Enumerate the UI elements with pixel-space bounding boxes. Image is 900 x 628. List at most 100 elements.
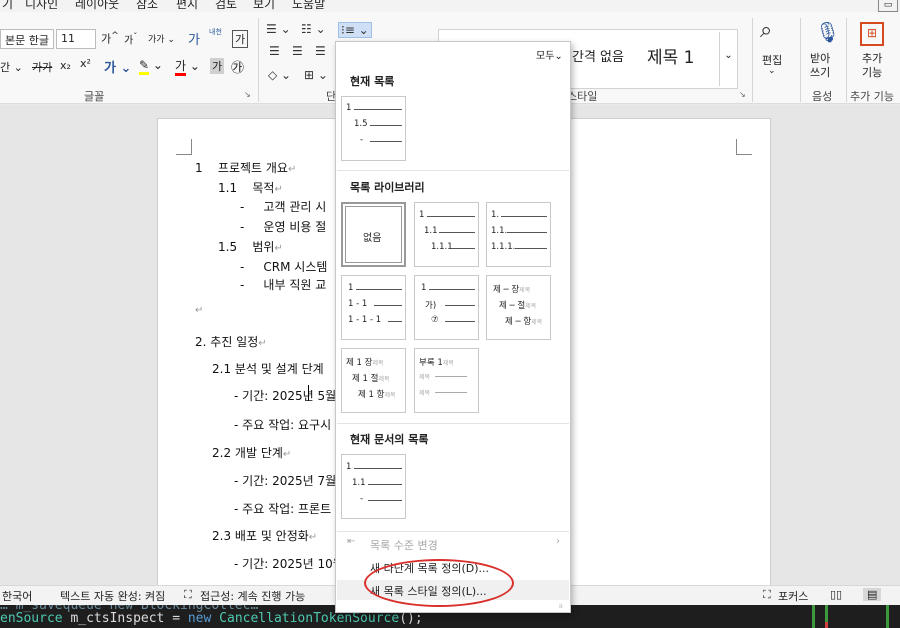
- multilevel-list-dropdown: 모두⌄ 현재 목록 1 1.5 - 목록 라이브러리 없음 1 1.1 1.1.…: [335, 41, 571, 613]
- diff-marker: [812, 605, 815, 628]
- list-item: - 기간: 2025년 7월: [234, 474, 337, 488]
- section-list-library: 목록 라이브러리: [350, 181, 425, 194]
- highlight-button[interactable]: ✎ ⌄: [139, 58, 163, 75]
- language-status[interactable]: 한국어: [2, 588, 32, 604]
- align-left-icon[interactable]: ☰: [269, 44, 280, 58]
- align-right-icon[interactable]: ☰: [315, 44, 326, 58]
- separator: [800, 18, 801, 102]
- chevron-down-icon: ⌄: [768, 66, 776, 76]
- list-item: 1 프로젝트 개요↵: [195, 161, 297, 175]
- list-item: 2.3 배포 및 안정화↵: [212, 529, 318, 543]
- autocomplete-status[interactable]: 텍스트 자동 완성: 켜짐: [60, 588, 165, 604]
- list-tile-chapter-dash[interactable]: 제 ─ 장제목 제 ─ 절제목 제 ─ 항제목: [486, 275, 551, 340]
- strikethrough-button[interactable]: 가가: [32, 59, 52, 75]
- separator: [258, 18, 259, 102]
- italic-icon[interactable]: 간 ⌄: [0, 59, 23, 75]
- focus-button[interactable]: 포커스: [778, 588, 808, 604]
- filter-dropdown[interactable]: 모두⌄: [536, 47, 563, 62]
- list-item: - 주요 작업: 프론트: [234, 502, 332, 516]
- font-dialog-launcher-icon[interactable]: ↘: [244, 90, 251, 99]
- list-tile-numeric-dot[interactable]: 1. 1.1. 1.1.1.: [486, 202, 551, 267]
- focus-icon[interactable]: ⛶: [763, 588, 771, 602]
- list-item: 2.1 분석 및 설계 단계: [212, 362, 324, 376]
- code-line: enSource m_ctsInspect = new Cancellation…: [0, 611, 423, 626]
- group-font-label: 글꼴: [84, 90, 105, 103]
- list-item: 1.5 범위↵: [218, 240, 283, 254]
- list-tile-none[interactable]: 없음: [341, 202, 406, 267]
- text-effects-button[interactable]: 가 ⌄: [104, 57, 131, 76]
- char-shading-button[interactable]: 가: [210, 58, 225, 74]
- font-color-button[interactable]: 가 ⌄: [175, 57, 200, 76]
- bullets-icon[interactable]: ☰ ⌄: [266, 22, 291, 36]
- numbering-icon[interactable]: ☷ ⌄: [301, 22, 326, 36]
- list-item: - 운영 비용 절: [240, 220, 327, 234]
- multilevel-list-button[interactable]: ⁝≡ ⌄: [338, 22, 372, 38]
- section-document-lists: 현재 문서의 목록: [350, 433, 429, 446]
- separator: [752, 18, 753, 102]
- list-tile-numeric[interactable]: 1 1.1 1.1.1: [414, 202, 479, 267]
- separator: [846, 18, 847, 102]
- style-no-spacing[interactable]: 간격 없음: [572, 46, 624, 65]
- menu-mailings[interactable]: 편지: [176, 0, 198, 12]
- add-ins-icon[interactable]: ⊞: [860, 22, 884, 46]
- menu-view[interactable]: 보기: [253, 0, 275, 12]
- menu-review[interactable]: 검토: [215, 0, 237, 12]
- resize-grip-icon[interactable]: ⁞⁞: [559, 603, 563, 610]
- style-heading-1[interactable]: 제목 1: [647, 43, 695, 68]
- list-tile-appendix[interactable]: 부록 1제목 제목 제목: [414, 348, 479, 413]
- list-tile-document[interactable]: 1 1.1 -: [341, 454, 406, 519]
- print-layout-icon[interactable]: ▤: [863, 588, 882, 601]
- list-item: - 주요 작업: 요구시: [234, 418, 332, 432]
- list-item: 2. 추진 일정↵: [195, 335, 267, 349]
- enclose-char-button[interactable]: ㉮: [231, 57, 244, 76]
- menu-bar: 기 디자인 레이아웃 참조 편지 검토 보기 도움말 ▭: [0, 0, 900, 12]
- list-tile-current[interactable]: 1 1.5 -: [341, 96, 406, 161]
- styles-dialog-launcher-icon[interactable]: ↘: [739, 90, 746, 99]
- list-item: 1.1 목적↵: [218, 181, 283, 195]
- clear-format-icon[interactable]: 가: [188, 29, 200, 48]
- section-current-list: 현재 목록: [350, 75, 395, 88]
- diff-marker: [825, 622, 828, 628]
- list-item: - 고객 관리 시: [240, 200, 327, 214]
- margin-corner: [176, 139, 192, 155]
- text-cursor: [308, 385, 309, 401]
- indent-icon: ⇤: [347, 536, 356, 547]
- microphone-icon[interactable]: 🎙: [815, 20, 840, 44]
- annotation-oval: [364, 559, 514, 607]
- menu-references[interactable]: 참조: [136, 0, 158, 12]
- align-center-icon[interactable]: ☰: [292, 44, 303, 58]
- font-size-combo[interactable]: 11: [56, 29, 96, 49]
- group-styles-label: 스타일: [567, 90, 598, 103]
- shading-icon[interactable]: ◇ ⌄: [268, 68, 291, 82]
- find-icon[interactable]: ⌕: [760, 18, 772, 43]
- accessibility-icon[interactable]: ⛶: [184, 588, 192, 602]
- list-tile-chapter-number[interactable]: 제 1 장제목 제 1 절제목 제 1 항제목: [341, 348, 406, 413]
- diff-marker: [886, 605, 889, 628]
- menu-layout[interactable]: 레이아웃: [75, 0, 119, 12]
- list-tile-korean[interactable]: 1 가) ⑦: [414, 275, 479, 340]
- phonetic-guide-button[interactable]: 내천: [209, 28, 222, 36]
- superscript-button[interactable]: x²: [80, 57, 91, 70]
- group-addins-label: 추가 기능: [850, 90, 894, 103]
- shrink-font-button[interactable]: 가ˇ: [124, 31, 137, 46]
- font-name-combo[interactable]: 본문 한글: [0, 29, 54, 49]
- borders-icon[interactable]: ⊞ ⌄: [304, 68, 328, 82]
- subscript-button[interactable]: x₂: [60, 59, 71, 72]
- accessibility-status[interactable]: 접근성: 계속 진행 가능: [200, 588, 305, 604]
- change-case-button[interactable]: 가가 ⌄: [148, 32, 175, 45]
- comment-icon[interactable]: ▭: [878, 0, 898, 12]
- char-border-button[interactable]: 가: [232, 30, 249, 48]
- menu-help[interactable]: 도움말: [292, 0, 325, 12]
- grow-font-button[interactable]: 가^: [101, 30, 119, 47]
- group-voice-label: 음성: [812, 90, 833, 103]
- styles-more-icon[interactable]: ⌄: [719, 32, 737, 86]
- menu-home[interactable]: 기: [2, 0, 13, 12]
- chevron-right-icon: ›: [556, 536, 560, 547]
- divider: [337, 531, 569, 532]
- list-item: 2.2 개발 단계↵: [212, 446, 292, 460]
- menu-design[interactable]: 디자인: [25, 0, 58, 12]
- dictate-button[interactable]: 받아 쓰기: [810, 52, 830, 80]
- list-tile-dash[interactable]: 1 1 - 1 1 - 1 - 1: [341, 275, 406, 340]
- read-mode-icon[interactable]: ▯▯: [830, 588, 842, 601]
- add-ins-button[interactable]: 추가 기능: [862, 52, 882, 80]
